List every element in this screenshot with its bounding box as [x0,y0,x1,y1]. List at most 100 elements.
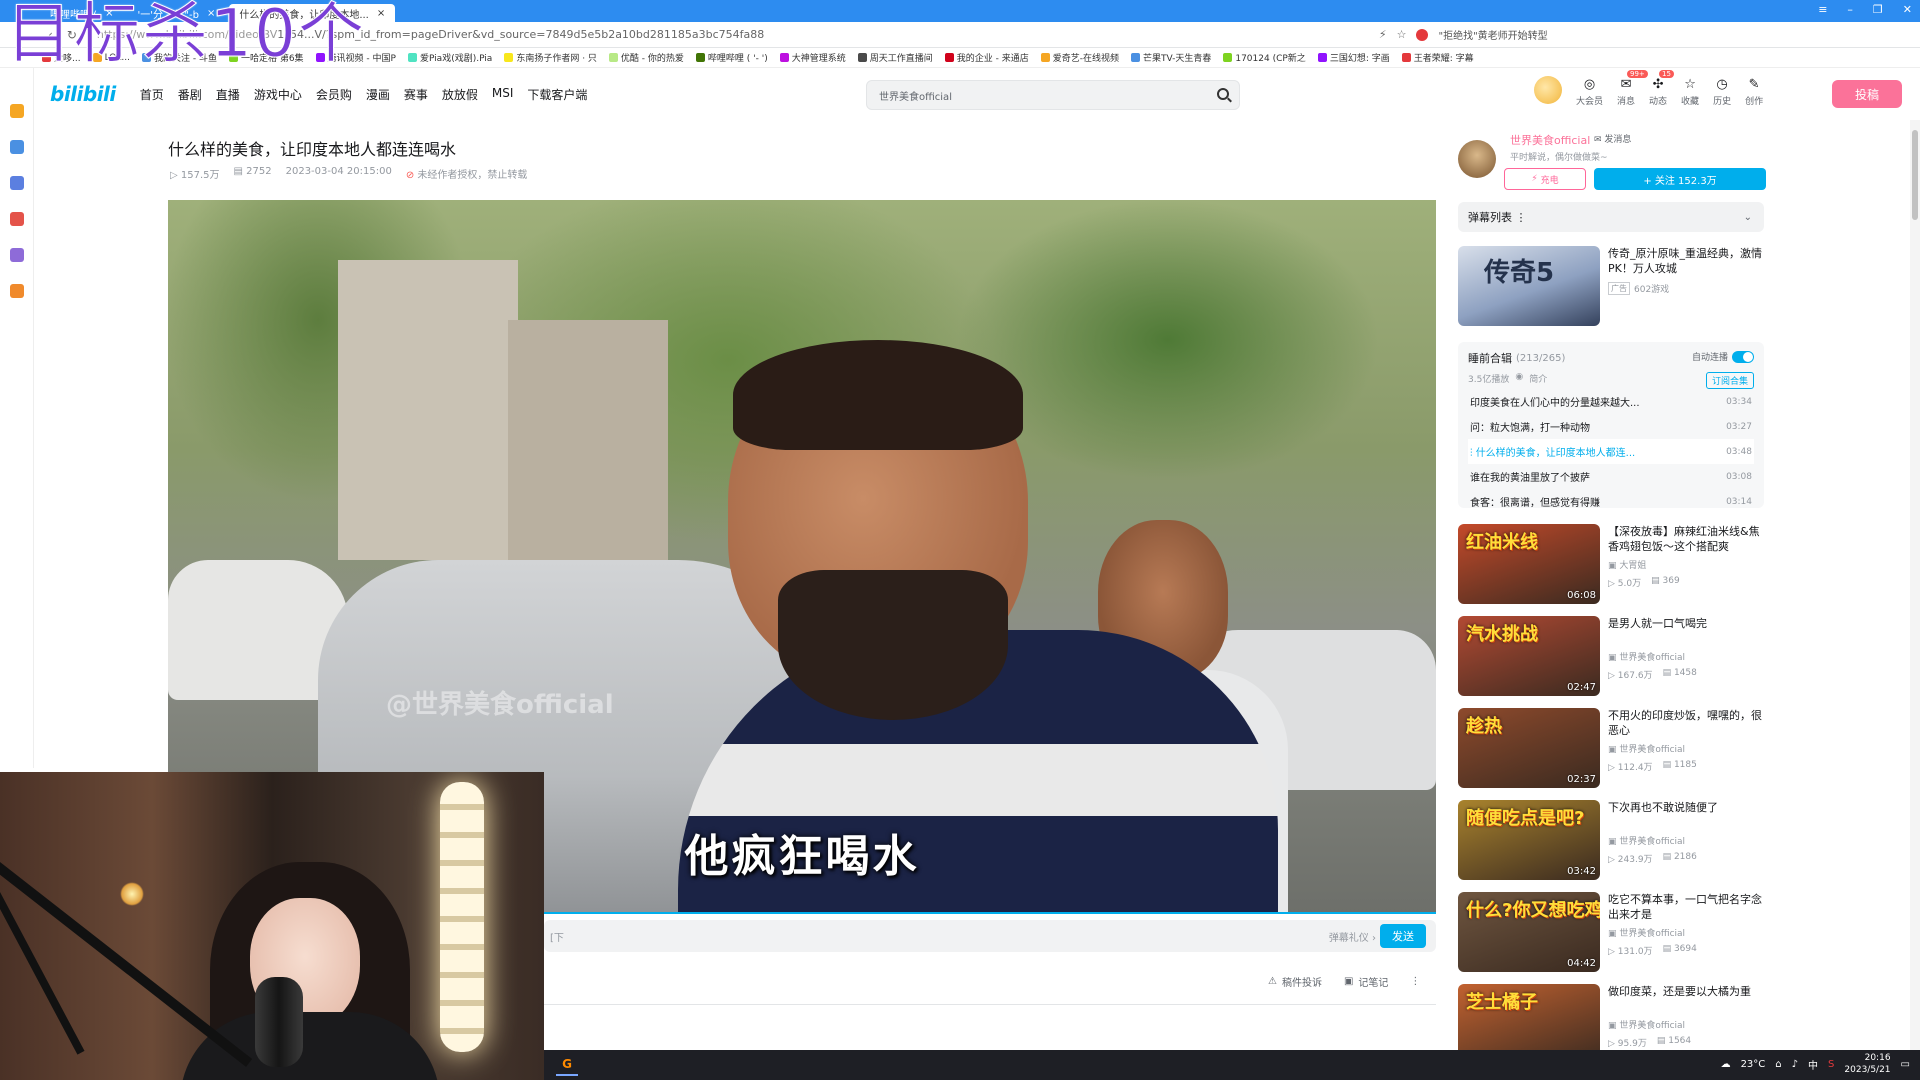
bookmark-item[interactable]: 爱奇艺-在线视频 [1040,51,1119,64]
upload-button[interactable]: 投稿 [1832,80,1902,108]
message-link[interactable]: ✉ 发消息 [1594,132,1631,145]
nav-item-download[interactable]: 下载客户端 [527,86,587,103]
follow-button[interactable]: + 关注 152.3万 [1594,168,1766,190]
nav-item[interactable]: 放放假 [442,86,478,103]
send-button[interactable]: 发送 [1380,924,1426,948]
header-item[interactable]: ☆ 收藏 [1681,76,1699,107]
search-engine-icon[interactable] [1416,28,1429,41]
uploader-name[interactable]: 世界美食official [1510,132,1590,148]
bookmark-item[interactable]: 王者荣耀: 字幕 [1401,51,1474,64]
video-toolbar: ⚠ 稿件投诉 ▣ 记笔记 ⋮ [1268,974,1420,989]
thumb-caption: 什么?你又想吃鸡蛋? [1466,900,1600,921]
more-icon[interactable]: ⋮ [1410,974,1420,989]
danmaku-input[interactable]: [下 弹幕礼仪 › 发送 [544,920,1436,952]
recommend-title: 下次再也不敢说随便了 [1608,801,1718,814]
bookmark-item[interactable]: 芒果TV-天生青春 [1130,51,1211,64]
bookmark-item[interactable]: 三国幻想: 字画 [1317,51,1390,64]
sidebar-app-icon[interactable] [10,248,24,262]
search-icon[interactable] [1217,88,1229,100]
recommend-card[interactable]: 趁热 02:37 不用火的印度炒饭，嘿嘿的，很恶心 ▣ 世界美食official ▷ 1… [1458,708,1764,788]
recommend-card[interactable]: 汽水挑战 02:47 是男人就一口气喝完 ▣ 世界美食official ▷ 167.6万… [1458,616,1764,696]
header-item[interactable]: ✎ 创作 [1745,76,1763,107]
search-hint[interactable]: "拒绝找"黄老师开始转型 [1438,27,1547,42]
danmaku-etiquette-link[interactable]: 弹幕礼仪 › [1329,929,1376,944]
star-icon[interactable]: ☆ [1397,28,1407,41]
notification-icon[interactable]: ▭ [1901,1059,1910,1070]
episode-item[interactable]: 食客：很离谱，但感觉有得赚 03:14 [1468,489,1754,514]
sidebar-app-icon[interactable] [10,212,24,226]
recommend-card[interactable]: 什么?你又想吃鸡蛋? 04:42 吃它不算本事，一口气把名字念出来才是 ▣ 世界美食o… [1458,892,1764,972]
uploader-avatar[interactable] [1458,140,1496,178]
volume-icon[interactable]: ♪ [1792,1059,1798,1070]
search-input[interactable]: 世界美食official [866,80,1240,110]
nav-item[interactable]: MSI [492,86,514,103]
episode-duration: 03:27 [1726,421,1752,432]
ime-indicator[interactable]: 中 [1808,1057,1818,1072]
shield-icon[interactable]: S [1828,1059,1834,1070]
badge: 99+ [1627,70,1648,78]
nav-item[interactable]: 游戏中心 [254,86,302,103]
sidebar-app-icon[interactable] [10,140,24,154]
close-icon[interactable]: × [377,8,385,19]
close-window-icon[interactable]: ✕ [1903,3,1912,16]
nav-item[interactable]: 番剧 [178,86,202,103]
bookmark-icon [1317,53,1327,62]
site-header: bilibili 首页 番剧 直播 游戏中心 会员购 漫画 赛事 放放假 MSI… [34,68,1920,120]
play-icon: ▷ [1608,1039,1618,1049]
header-item[interactable]: ✉ 99+ 消息 [1617,70,1648,107]
charge-button[interactable]: ⚡ 充电 [1504,168,1586,190]
clock[interactable]: 20:16 2023/5/21 [1844,1052,1890,1076]
recommend-uploader: ▣ 世界美食official [1608,745,1686,755]
notes-button[interactable]: ▣ 记笔记 [1344,974,1388,989]
bookmark-item[interactable]: 周天工作直播间 [857,51,933,64]
episode-item[interactable]: 印度美食在人们心中的分量越来越大... 03:34 [1468,389,1754,414]
episode-item[interactable]: ⫶ 什么样的美食，让印度本地人都连... 03:48 [1468,439,1754,464]
nav-item[interactable]: 漫画 [366,86,390,103]
header-item[interactable]: ◷ 历史 [1713,76,1731,107]
bookmark-item[interactable]: 东南扬子作者网 · 只 [504,51,597,64]
header-item-label: 收藏 [1681,97,1700,107]
episode-item[interactable]: 谁在我的黄油里放了个披萨 03:08 [1468,464,1754,489]
sidebar-app-icon[interactable] [10,176,24,190]
nav-item[interactable]: 直播 [216,86,240,103]
weather-text[interactable]: 23°C [1741,1059,1766,1070]
video-thumbnail: 什么?你又想吃鸡蛋? 04:42 [1458,892,1600,972]
header-item[interactable]: ✣ 15 动态 [1649,70,1674,107]
nav-item[interactable]: 首页 [140,86,164,103]
bookmark-item[interactable]: 170124 (CP新之 [1223,51,1306,64]
autoplay-toggle[interactable]: 自动连播 [1692,350,1754,363]
bookmark-item[interactable]: 大神管理系统 [779,51,846,64]
nav-item[interactable]: 会员购 [316,86,352,103]
header-item[interactable]: ◎ 大会员 [1576,76,1603,107]
lightning-icon[interactable]: ⚡ [1379,28,1387,41]
danmaku-list-toggle[interactable]: 弹幕列表 ⋮ ⌄ [1458,202,1764,232]
bookmark-item[interactable]: 我的企业 - 来通店 [944,51,1029,64]
report-button[interactable]: ⚠ 稿件投诉 [1268,974,1322,989]
subscribe-button[interactable]: 订阅合集 [1705,372,1754,389]
recommend-card[interactable]: 红油米线 06:08 【深夜放毒】麻辣红油米线&焦香鸡翅包饭～这个搭配爽 ▣ 大胃姐 ▷… [1458,524,1764,604]
episode-item[interactable]: 问：粒大饱满，打一种动物 03:27 [1468,414,1754,439]
bookmark-item[interactable]: 哔哩哔哩 ( '- ') [695,51,768,64]
minimize-icon[interactable]: – [1847,3,1853,16]
sidebar-app-icon[interactable] [10,284,24,298]
restore-icon[interactable]: ❐ [1873,3,1883,16]
episode-title: 问：粒大饱满，打一种动物 [1470,423,1590,434]
sidebar-app-icon[interactable] [10,104,24,118]
taskbar-app-icon[interactable]: G [556,1054,578,1076]
cloud-icon[interactable]: ☁ [1721,1059,1731,1070]
menu-icon[interactable]: ≡ [1818,3,1827,16]
lamp [440,782,484,1052]
recommend-card[interactable]: 随便吃点是吧? 03:42 下次再也不敢说随便了 ▣ 世界美食official ▷ 24… [1458,800,1764,880]
divider [544,1004,1436,1005]
play-icon: ▷ [1608,763,1618,773]
up-icon: ▣ [1608,653,1620,663]
network-icon[interactable]: ⌂ [1775,1059,1781,1070]
scrollbar-thumb[interactable] [1912,130,1918,220]
ad-card[interactable]: 传奇5 传奇_原汁原味_重温经典，激情PK！万人攻城 广告 602游戏 [1458,246,1764,326]
nav-item[interactable]: 赛事 [404,86,428,103]
user-avatar[interactable] [1534,76,1562,104]
bookmark-item[interactable]: 优酷 - 你的热爱 [608,51,684,64]
bookmark-item[interactable]: 爱Pia戏(戏剧).Pia [407,51,492,64]
bilibili-logo[interactable]: bilibili [50,82,116,106]
page-scrollbar[interactable] [1910,120,1920,1050]
